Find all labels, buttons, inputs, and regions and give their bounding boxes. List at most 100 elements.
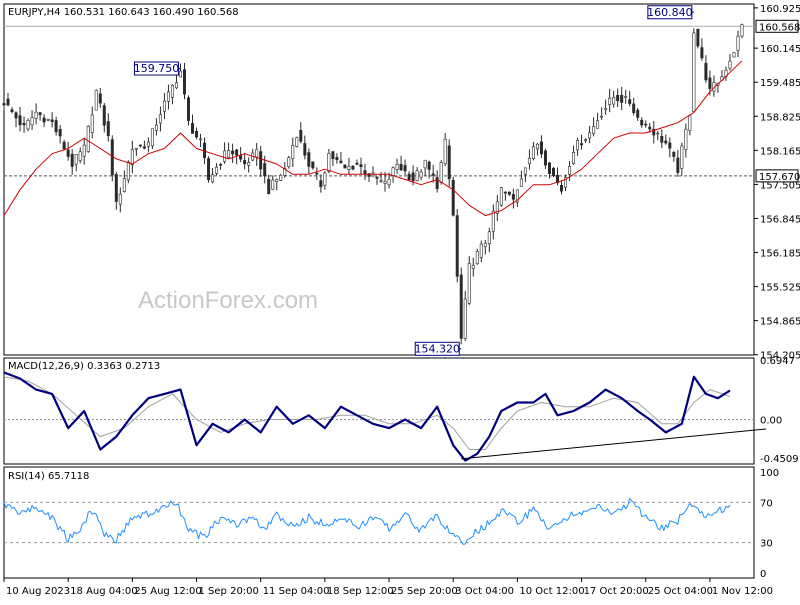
candle-body <box>640 119 644 126</box>
candle-body <box>170 84 174 98</box>
candle-body <box>130 149 134 166</box>
candle-body <box>150 128 154 147</box>
candle-body <box>519 178 523 187</box>
candle-body <box>267 178 271 195</box>
candle-body <box>483 242 487 247</box>
candle-body <box>439 162 443 183</box>
candle-body <box>42 117 46 123</box>
candle-body <box>227 150 231 158</box>
candle-body <box>58 129 62 137</box>
candle-body <box>704 62 708 81</box>
watermark-text: ActionForex.com <box>138 287 318 314</box>
candle-body <box>387 178 391 186</box>
macd-title: MACD(12,26,9) 0.3363 0.2713 <box>8 361 160 372</box>
candle-body <box>235 149 239 156</box>
candle-body <box>275 178 279 183</box>
time-axis-label: 1 Sep 20:00 <box>199 586 259 597</box>
candle-body <box>411 172 415 182</box>
candle-body <box>66 149 70 157</box>
candle-body <box>82 144 86 157</box>
annotation-label: 160.840 <box>647 6 693 19</box>
candle-body <box>407 173 411 181</box>
candle-body <box>223 150 227 162</box>
time-axis-label: 25 Aug 12:00 <box>134 586 201 597</box>
price-axis-label: 158.165 <box>760 146 800 157</box>
candle-body <box>620 94 624 103</box>
candle-body <box>503 191 507 194</box>
candle-body <box>327 153 331 172</box>
candle-body <box>335 157 339 161</box>
candle-body <box>14 112 18 119</box>
candle-body <box>307 152 311 167</box>
candle-body <box>351 165 355 170</box>
candle-body <box>211 174 215 183</box>
time-axis-label: 1 Nov 12:00 <box>712 586 773 597</box>
candle-body <box>547 162 551 174</box>
macd-axis-label: 0.6947 <box>760 356 795 367</box>
candle-body <box>383 181 387 184</box>
candle-body <box>491 210 495 232</box>
candle-body <box>660 136 664 143</box>
candle-body <box>291 145 295 160</box>
candle-body <box>656 132 660 135</box>
candle-body <box>539 141 543 155</box>
time-axis-label: 11 Sep 04:00 <box>263 586 330 597</box>
candle-body <box>459 274 463 339</box>
candle-body <box>46 118 50 121</box>
candle-body <box>467 263 471 304</box>
candle-body <box>732 52 736 58</box>
candle-body <box>568 166 572 175</box>
candle-body <box>106 121 110 137</box>
candle-body <box>239 154 243 160</box>
candle-body <box>688 115 692 131</box>
candle-body <box>26 120 30 130</box>
candle-body <box>78 151 82 161</box>
candle-body <box>122 178 126 192</box>
candle-body <box>6 98 10 106</box>
candle-body <box>295 137 299 147</box>
support-level-tag: 157.670 <box>759 172 800 183</box>
candle-body <box>375 176 379 179</box>
candle-body <box>287 157 291 167</box>
candle-body <box>616 94 620 102</box>
time-axis-label: 3 Oct 04:00 <box>455 586 514 597</box>
rsi-pane-frame <box>3 466 755 579</box>
price-axis-label: 156.845 <box>760 214 800 225</box>
candle-body <box>38 112 42 116</box>
candle-body <box>86 126 90 152</box>
time-axis-label: 10 Aug 2023 <box>6 586 70 597</box>
candle-body <box>166 91 170 102</box>
price-axis-label: 155.525 <box>760 283 800 294</box>
candle-body <box>323 172 327 186</box>
candle-body <box>628 99 632 104</box>
candle-body <box>580 143 584 146</box>
candle-body <box>487 231 491 244</box>
candle-body <box>118 193 122 205</box>
candle-body <box>319 180 323 188</box>
candle-body <box>331 151 335 159</box>
candle-body <box>134 147 138 150</box>
candle-body <box>10 109 14 113</box>
macd-axis-label: -0.4509 <box>760 454 799 465</box>
candle-body <box>391 167 395 177</box>
candle-body <box>174 82 178 89</box>
candle-body <box>158 114 162 124</box>
candle-body <box>126 161 130 181</box>
candle-body <box>475 251 479 265</box>
candle-body <box>54 120 58 133</box>
time-axis-label: 25 Oct 04:00 <box>648 586 713 597</box>
candle-body <box>427 161 431 170</box>
candle-body <box>102 105 106 126</box>
candle-body <box>219 164 223 166</box>
price-axis-label: 159.485 <box>760 78 800 89</box>
chart-canvas: 160.925160.145159.485158.825158.165157.5… <box>2 3 800 597</box>
candle-body <box>415 170 419 182</box>
candle-body <box>471 264 475 269</box>
candle-body <box>560 184 564 192</box>
candle-body <box>664 140 668 144</box>
candle-body <box>584 139 588 141</box>
time-axis-label: 18 Sep 12:00 <box>327 586 394 597</box>
candle-body <box>231 150 235 155</box>
candle-body <box>195 130 199 138</box>
candle-body <box>728 60 732 69</box>
